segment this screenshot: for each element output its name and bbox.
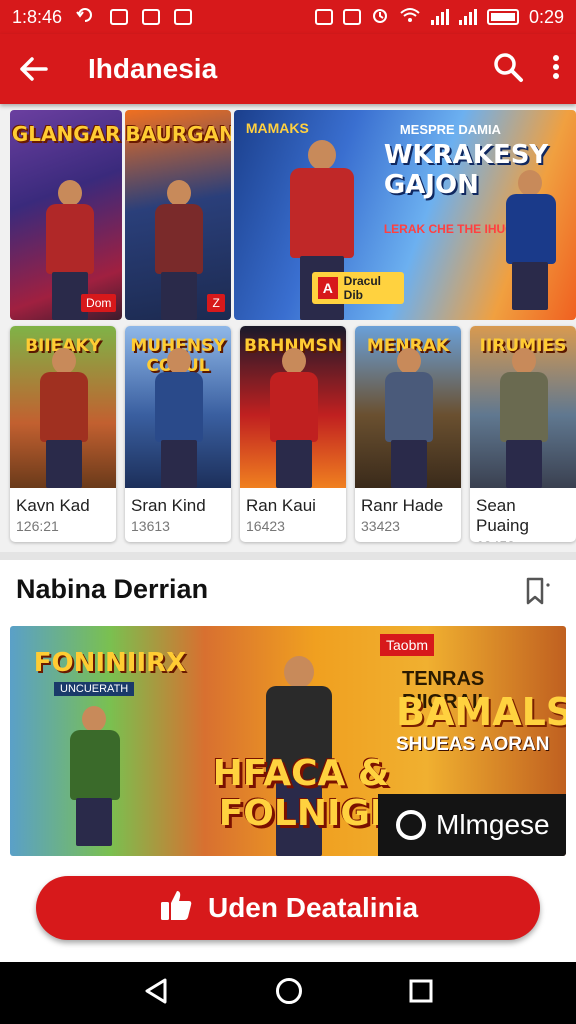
status-time: 1:8:46 bbox=[12, 6, 63, 27]
hero-kicker: MESPRE DAMIA bbox=[399, 122, 501, 137]
game-card-art: IIRUMIES bbox=[470, 326, 576, 488]
game-card-count: 33423 bbox=[361, 518, 400, 534]
game-card-art: BRHNMSN bbox=[240, 326, 346, 488]
vibrate-icon bbox=[314, 9, 333, 25]
game-card-name: Sean Puaing bbox=[476, 496, 529, 535]
game-card[interactable]: MENRAK Ranr Hade 33423 bbox=[355, 326, 461, 542]
game-card-name: Ranr Hade bbox=[361, 496, 444, 515]
banner-tag: Taobm bbox=[380, 634, 435, 656]
system-nav-bar bbox=[0, 962, 576, 1024]
bookmark-icon[interactable] bbox=[522, 576, 552, 606]
hero-item[interactable]: BAURGAN Z bbox=[125, 110, 231, 320]
hero-art-title: GLANGAR bbox=[11, 122, 121, 146]
game-card[interactable]: BRHNMSN Ran Kaui 16423 bbox=[240, 326, 346, 542]
section-divider bbox=[0, 552, 576, 560]
bottom-action-area: Uden Deatalinia bbox=[0, 856, 576, 962]
sim-icon bbox=[342, 9, 361, 25]
page-title: Ihdanesia bbox=[88, 53, 218, 84]
hero-headline: WKRAKESY GAJON bbox=[383, 140, 549, 200]
hero-art-title: BAURGAN bbox=[125, 122, 231, 146]
search-icon[interactable] bbox=[492, 51, 524, 88]
banner-logo-box: Mlmgese bbox=[378, 794, 566, 856]
hero-badge: Dom bbox=[81, 294, 117, 312]
game-card-art: MENRAK bbox=[355, 326, 461, 488]
hero-item[interactable]: GLANGAR Dom bbox=[10, 110, 123, 320]
thumbs-up-icon bbox=[158, 887, 194, 930]
game-card[interactable]: BIIEAKY Kavn Kad 126:21 bbox=[10, 326, 116, 542]
cta-label: Uden Deatalinia bbox=[207, 892, 419, 923]
game-card-count: 13613 bbox=[131, 518, 170, 534]
brand-logo-icon bbox=[396, 810, 426, 840]
square-recents-icon[interactable] bbox=[407, 977, 435, 1010]
game-card-name: Ran Kaui bbox=[246, 496, 316, 515]
content-area[interactable]: GLANGAR Dom BAURGAN Z MAMAKS MESPRE DAMI… bbox=[0, 104, 576, 856]
hero-small-title: MAMAKS bbox=[245, 120, 309, 136]
banner-logo-text: Mlmgese bbox=[436, 809, 550, 840]
hero-badge: Z bbox=[207, 294, 225, 312]
arrow-left-icon[interactable] bbox=[16, 52, 50, 86]
primary-cta-button[interactable]: Uden Deatalinia bbox=[36, 876, 540, 940]
banner-main-title: HFACA & FOLNIGI bbox=[212, 753, 390, 834]
featured-banner[interactable]: FONINIIRX UNCUERATH HFACA & FOLNIGI Taob… bbox=[10, 626, 566, 856]
more-vertical-icon[interactable] bbox=[552, 54, 560, 85]
hero-cta-badge[interactable]: A Dracul Dib bbox=[311, 272, 404, 304]
game-card[interactable]: MUHENSY COYUL Sran Kind 13613 bbox=[125, 326, 231, 542]
game-card-count: 63453 bbox=[470, 536, 576, 542]
banner-character bbox=[60, 706, 130, 856]
app-bar: Ihdanesia bbox=[0, 34, 576, 104]
alarm-icon bbox=[371, 6, 389, 29]
game-card-name: Sran Kind bbox=[131, 496, 206, 515]
image-icon bbox=[142, 9, 161, 25]
featured-section: Nabina Derrian FONINIIRX UNCUERATH HFACA… bbox=[0, 560, 576, 856]
hero-character bbox=[496, 170, 566, 320]
triangle-back-icon[interactable] bbox=[141, 976, 171, 1011]
game-card-count: 16423 bbox=[246, 518, 285, 534]
game-card-count: 126:21 bbox=[16, 518, 59, 534]
hero-character bbox=[149, 180, 209, 320]
hero-feature[interactable]: MAMAKS MESPRE DAMIA WKRAKESY GAJON LERAK… bbox=[233, 110, 576, 320]
banner-right-line2: BAMALS bbox=[396, 690, 566, 734]
banner-right-line3: SHUEAS AORAN bbox=[396, 734, 550, 755]
banner-left-sub: UNCUERATH bbox=[54, 682, 135, 696]
circle-home-icon[interactable] bbox=[274, 976, 304, 1011]
download-icon bbox=[110, 9, 129, 25]
upload-icon bbox=[174, 9, 193, 25]
status-clock: 0:29 bbox=[528, 6, 564, 27]
game-card-name: Kavn Kad bbox=[16, 496, 90, 515]
status-bar: 1:8:46 0:29 bbox=[0, 0, 576, 34]
wifi-icon bbox=[399, 6, 421, 29]
game-cards-row[interactable]: BIIEAKY Kavn Kad 126:21 MUHENSY COYUL Sr… bbox=[10, 326, 576, 542]
section-title: Nabina Derrian bbox=[16, 574, 209, 604]
game-card-art: MUHENSY COYUL bbox=[125, 326, 231, 488]
hero-cta-text: Dracul Dib bbox=[343, 274, 382, 302]
refresh-icon bbox=[76, 6, 96, 29]
game-card-art: BIIEAKY bbox=[10, 326, 116, 488]
signal-icon bbox=[458, 9, 477, 25]
game-card[interactable]: IIRUMIES Sean Puaing 63453 bbox=[470, 326, 576, 542]
signal-icon bbox=[430, 9, 449, 25]
battery-icon bbox=[486, 9, 519, 25]
hero-carousel[interactable]: GLANGAR Dom BAURGAN Z MAMAKS MESPRE DAMI… bbox=[10, 110, 576, 320]
banner-left-title: FONINIIRX bbox=[33, 648, 187, 678]
hero-cta-logo: A bbox=[317, 277, 338, 299]
